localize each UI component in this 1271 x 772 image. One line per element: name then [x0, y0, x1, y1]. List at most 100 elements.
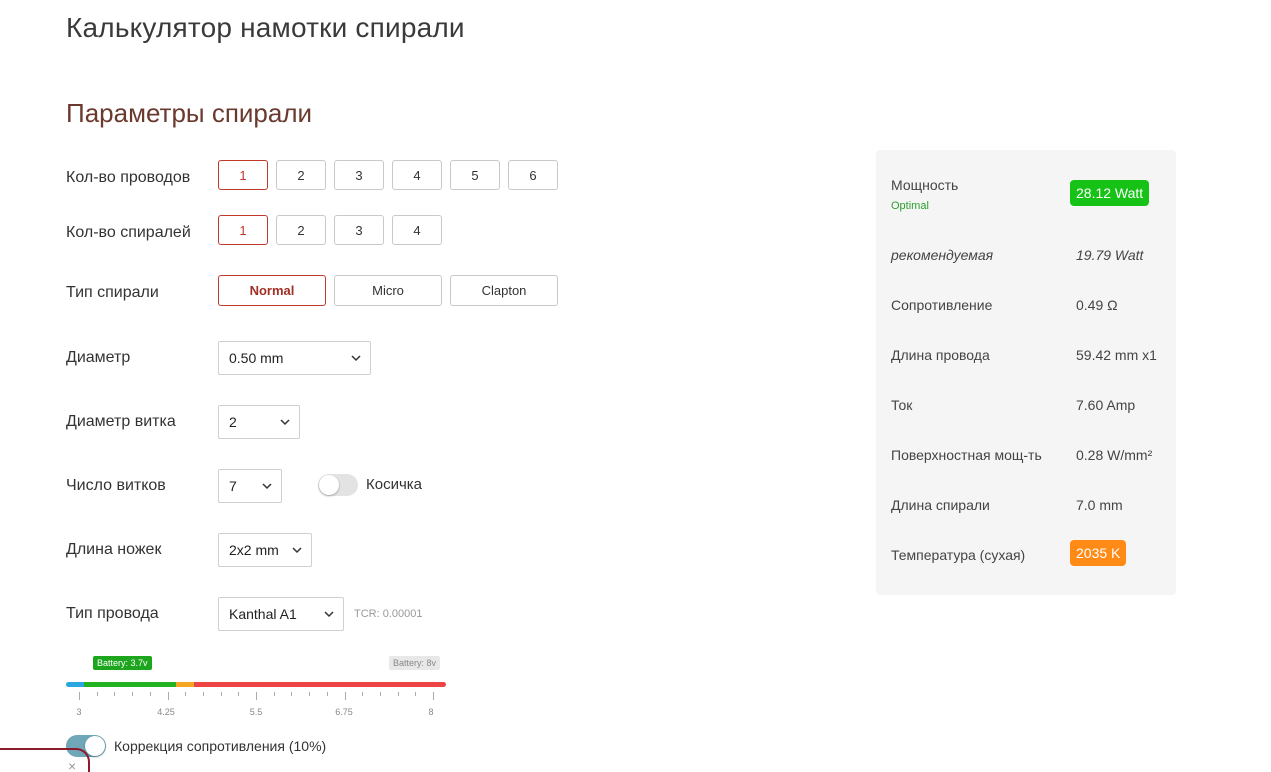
coil-type-label: Тип спирали [66, 284, 159, 301]
battery-slider-track[interactable] [66, 682, 446, 687]
current-label: Ток [891, 397, 913, 413]
coils-option-button[interactable]: 2 [276, 215, 326, 245]
slider-tick [397, 692, 399, 696]
tick-label: 3 [76, 707, 82, 717]
legs-select[interactable]: 2x2 mm [218, 533, 312, 567]
resistance-correction-label: Коррекция сопротивления (10%) [114, 738, 327, 754]
coil-type-micro-button[interactable]: Micro [334, 275, 442, 306]
wires-option-button[interactable]: 2 [276, 160, 326, 190]
tick-label: 6.75 [335, 707, 353, 717]
power-label: Мощность [891, 177, 959, 193]
wire-length-value: 59.42 mm x1 [1076, 347, 1157, 363]
wire-type-label: Тип провода [66, 605, 159, 622]
battery-ticks [66, 692, 446, 700]
wires-label: Кол-во проводов [66, 169, 191, 186]
wraps-select-value: 7 [229, 478, 237, 494]
slider-tick [238, 692, 240, 696]
page-title: Калькулятор намотки спирали [66, 12, 465, 43]
coils-option-button[interactable]: 4 [392, 215, 442, 245]
slider-tick [185, 692, 187, 696]
wire-length-label: Длина провода [891, 347, 990, 363]
diameter-label: Диаметр [66, 349, 131, 366]
toggle-knob [85, 736, 105, 756]
track-segment [194, 682, 446, 687]
slider-tick [433, 692, 434, 700]
wires-option-button[interactable]: 5 [450, 160, 500, 190]
slider-tick [202, 692, 204, 696]
chevron-down-icon [280, 419, 290, 426]
coil-length-label: Длина спирали [891, 497, 990, 513]
slider-tick [309, 692, 311, 696]
resistance-label: Сопротивление [891, 297, 993, 313]
slider-tick [415, 692, 417, 696]
wires-button-group: 1 2 3 4 5 6 [218, 160, 558, 190]
tick-label: 5.5 [249, 707, 263, 717]
chevron-down-icon [262, 483, 272, 490]
popup-corner [0, 748, 90, 772]
diameter-select-value: 0.50 mm [229, 350, 284, 366]
wires-option-button[interactable]: 3 [334, 160, 384, 190]
inner-diameter-select-value: 2 [229, 414, 237, 430]
power-status: Optimal [891, 200, 929, 212]
slider-tick [149, 692, 151, 696]
coils-button-group: 1 2 3 4 [218, 215, 442, 245]
legs-label: Длина ножек [66, 541, 162, 558]
coil-type-normal-button[interactable]: Normal [218, 275, 326, 306]
heat-flux-label: Поверхностная мощ-ть [891, 447, 1042, 463]
wraps-label: Число витков [66, 477, 166, 494]
wires-option-button[interactable]: 1 [218, 160, 268, 190]
legs-select-value: 2x2 mm [229, 542, 279, 558]
recommended-label: рекомендуемая [891, 247, 994, 263]
coil-type-clapton-button[interactable]: Clapton [450, 275, 558, 306]
slider-tick [96, 692, 98, 696]
resistance-value: 0.49 Ω [1076, 297, 1118, 313]
toggle-knob [319, 475, 339, 495]
tcr-value: TCR: 0.00001 [354, 608, 423, 620]
wire-type-select[interactable]: Kanthal A1 [218, 597, 344, 631]
slider-tick [256, 692, 257, 700]
wire-type-select-value: Kanthal A1 [229, 606, 297, 622]
track-segment [66, 682, 84, 687]
temperature-label: Температура (сухая) [891, 547, 1026, 563]
chevron-down-icon [351, 355, 361, 362]
slider-tick [326, 692, 328, 696]
slider-tick [291, 692, 293, 696]
section-title: Параметры спирали [66, 98, 313, 128]
slider-tick [220, 692, 222, 696]
results-panel: Мощность Optimal 28.12 Watt рекомендуема… [876, 150, 1176, 595]
coils-option-button[interactable]: 1 [218, 215, 268, 245]
slider-tick [362, 692, 364, 696]
battery-current-badge: Battery: 3.7v [93, 656, 152, 670]
slider-tick [167, 692, 169, 700]
inner-diameter-select[interactable]: 2 [218, 405, 300, 439]
close-icon[interactable]: × [68, 758, 76, 772]
wires-option-button[interactable]: 6 [508, 160, 558, 190]
battery-max-badge: Battery: 8v [389, 656, 441, 670]
recommended-value: 19.79 Watt [1076, 247, 1144, 263]
power-badge: 28.12 Watt [1070, 180, 1150, 206]
heat-flux-value: 0.28 W/mm² [1076, 447, 1153, 463]
coil-length-value: 7.0 mm [1076, 497, 1123, 513]
coils-option-button[interactable]: 3 [334, 215, 384, 245]
slider-tick [132, 692, 134, 696]
slider-tick [273, 692, 275, 696]
inner-diameter-label: Диаметр витка [66, 413, 176, 430]
tick-label: 4.25 [157, 707, 175, 717]
tick-label: 8 [428, 707, 434, 717]
slider-tick [79, 692, 80, 700]
diameter-select[interactable]: 0.50 mm [218, 341, 371, 375]
wraps-select[interactable]: 7 [218, 469, 282, 503]
track-segment [84, 682, 176, 687]
coils-label: Кол-во спиралей [66, 224, 191, 241]
chevron-down-icon [324, 611, 334, 618]
slider-tick [379, 692, 381, 696]
slider-tick [344, 692, 346, 700]
slider-tick [114, 692, 116, 696]
braid-toggle[interactable] [318, 474, 358, 496]
coil-type-button-group: Normal Micro Clapton [218, 275, 558, 306]
wires-option-button[interactable]: 4 [392, 160, 442, 190]
current-value: 7.60 Amp [1076, 397, 1136, 413]
temperature-badge: 2035 K [1070, 540, 1127, 566]
track-segment [176, 682, 194, 687]
chevron-down-icon [292, 547, 302, 554]
